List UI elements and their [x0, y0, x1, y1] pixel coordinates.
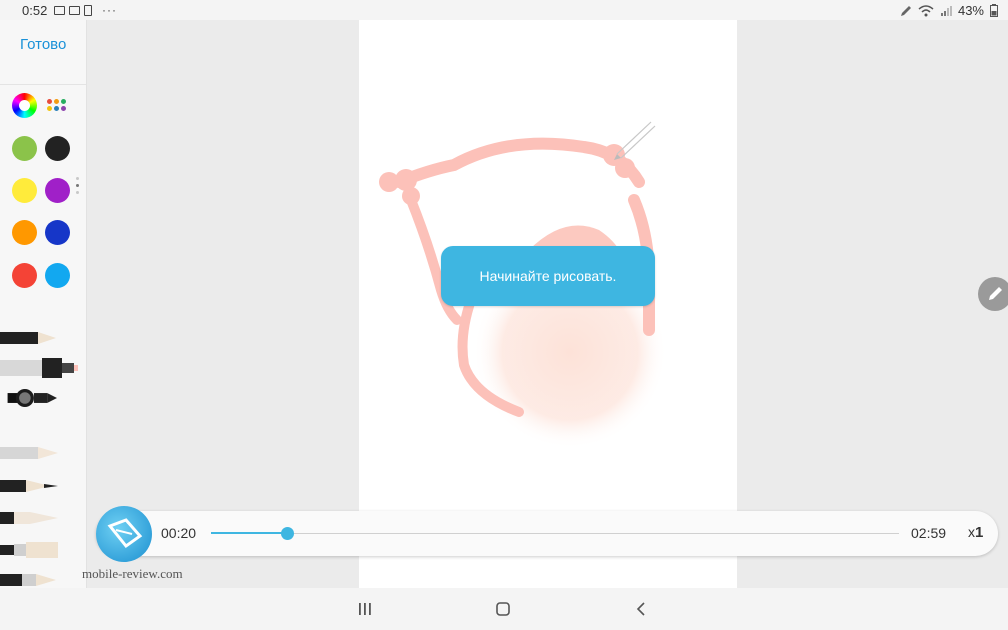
color-swatch-red[interactable] — [12, 263, 37, 288]
palette-page-indicator — [76, 177, 79, 198]
pencil-tool[interactable] — [0, 324, 86, 352]
divider — [0, 84, 86, 85]
clock: 0:52 — [22, 3, 48, 18]
crayon-tool[interactable] — [0, 439, 86, 467]
pencil-icon — [989, 287, 1002, 300]
signal-icon — [940, 5, 952, 16]
marker-tool[interactable] — [0, 354, 86, 382]
mail-icon — [69, 5, 80, 15]
system-icons: 43% — [900, 3, 998, 18]
tooltip-text: Начинайте рисовать. — [479, 268, 617, 284]
total-time: 02:59 — [911, 525, 947, 541]
color-swatch-light-blue[interactable] — [45, 263, 70, 288]
color-swatch-black[interactable] — [45, 136, 70, 161]
back-button[interactable] — [629, 598, 653, 620]
recents-button[interactable] — [353, 598, 377, 620]
recents-icon — [359, 603, 371, 615]
eraser-pen-tool[interactable] — [0, 566, 86, 588]
notification-icons: ··· — [54, 3, 117, 17]
start-drawing-tooltip: Начинайте рисовать. — [441, 246, 655, 306]
color-swatch-purple[interactable] — [45, 178, 70, 203]
playback-slider-thumb[interactable] — [280, 527, 294, 540]
color-swatch-yellow[interactable] — [12, 178, 37, 203]
home-icon — [496, 602, 510, 616]
palette-dots-icon[interactable] — [47, 99, 67, 113]
watermark-logo — [96, 506, 152, 562]
playback-speed-button[interactable]: x1 — [968, 524, 983, 541]
notebook-icon — [84, 4, 92, 16]
battery-icon — [990, 4, 998, 17]
color-swatch-green[interactable] — [12, 136, 37, 161]
speed-prefix: x — [968, 524, 975, 540]
home-button[interactable] — [491, 598, 515, 620]
watermark-text: mobile-review.com — [82, 566, 183, 581]
playback-track[interactable] — [211, 533, 899, 534]
color-swatch-blue[interactable] — [45, 220, 70, 245]
wifi-icon — [918, 4, 934, 16]
status-bar: 0:52 ··· 43% — [0, 0, 1008, 20]
edit-button[interactable] — [978, 277, 1008, 311]
sidebar: Готово — [0, 20, 87, 588]
gallery-icon — [54, 5, 65, 15]
brush-tool[interactable] — [0, 384, 86, 412]
more-notifications-icon: ··· — [102, 3, 117, 17]
color-swatch-orange[interactable] — [12, 220, 37, 245]
color-wheel-icon[interactable] — [12, 93, 37, 118]
navigation-bar — [0, 588, 1008, 630]
flat-brush-tool[interactable] — [0, 536, 86, 564]
headband-stroke — [393, 137, 645, 188]
current-time: 00:20 — [161, 525, 197, 541]
right-ear-knob-2 — [615, 158, 635, 178]
playback-bar: 00:20 02:59 x1 — [96, 511, 998, 556]
speed-value: 1 — [975, 524, 984, 541]
battery-level: 43% — [957, 3, 984, 18]
fountain-pen-tool[interactable] — [0, 472, 86, 500]
pen-status-icon — [900, 5, 911, 16]
back-icon — [636, 602, 645, 616]
chalk-tool[interactable] — [0, 504, 86, 532]
done-button[interactable]: Готово — [20, 36, 66, 53]
playback-progress — [211, 532, 287, 534]
